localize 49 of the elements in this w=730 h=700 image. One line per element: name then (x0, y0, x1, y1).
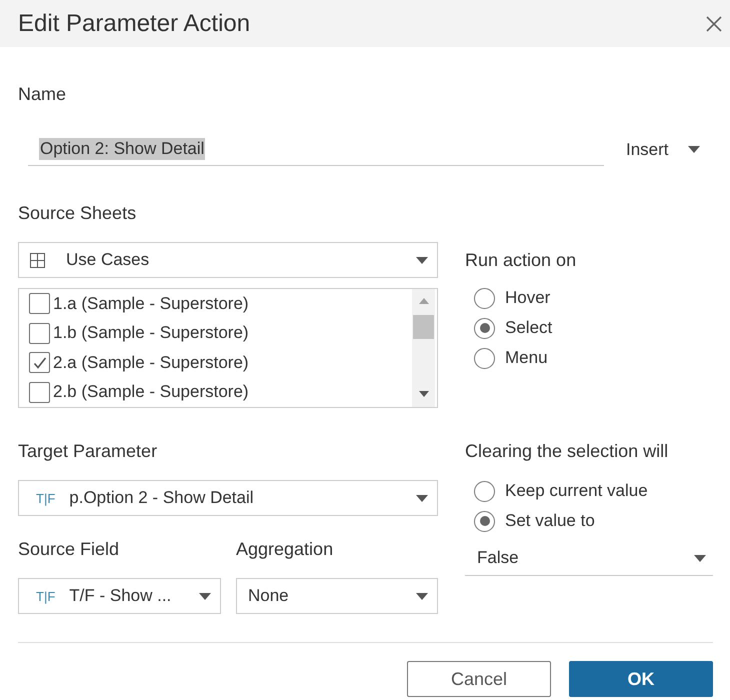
radio-icon[interactable] (474, 480, 495, 502)
target-parameter-dropdown[interactable]: T|F p.Option 2 - Show Detail (18, 480, 438, 516)
radio-icon[interactable] (474, 288, 495, 308)
scroll-down-icon[interactable] (418, 391, 428, 397)
caret-icon (199, 592, 211, 600)
radio-selected-icon[interactable] (474, 318, 495, 338)
aggregation-label: Aggregation (236, 539, 334, 559)
radio-label[interactable]: Hover (505, 287, 550, 309)
name-value: Option 2: Show Detail (39, 138, 206, 160)
target-parameter-label: Target Parameter (18, 441, 158, 461)
source-field-dropdown[interactable]: T|F T/F - Show ... (18, 578, 221, 614)
insert-menu-button[interactable]: Insert (626, 138, 700, 160)
clear-value-dropdown[interactable]: False (465, 541, 713, 576)
checkbox-checked-icon[interactable] (29, 352, 50, 374)
caret-icon (416, 592, 428, 600)
cancel-button[interactable]: Cancel (407, 661, 551, 697)
checkbox-icon[interactable] (29, 322, 50, 344)
clearing-label: Clearing the selection will (465, 441, 668, 461)
radio-label[interactable]: Select (505, 317, 552, 339)
ok-button[interactable]: OK (569, 661, 713, 697)
close-icon[interactable] (706, 16, 722, 32)
scrollbar-thumb[interactable] (413, 315, 434, 339)
run-action-label: Run action on (465, 250, 576, 270)
sheet-list-item[interactable]: 1.b (Sample - Superstore) (19, 318, 412, 348)
caret-icon (688, 146, 700, 153)
radio-label[interactable]: Keep current value (505, 480, 648, 502)
data-type-label: T|F (36, 492, 56, 504)
radio-label[interactable]: Menu (505, 347, 548, 369)
checkbox-icon[interactable] (29, 382, 50, 403)
radio-icon[interactable] (474, 348, 495, 368)
data-type-label: T|F (36, 590, 56, 602)
sheet-list-item[interactable]: 2.a (Sample - Superstore) (19, 348, 412, 378)
grid-icon (30, 252, 45, 268)
caret-icon (416, 256, 428, 264)
sheet-list-item[interactable]: 2.b (Sample - Superstore) (19, 378, 412, 407)
name-label: Name (18, 84, 66, 104)
aggregation-dropdown[interactable]: None (236, 578, 438, 614)
source-sheets-label: Source Sheets (18, 203, 136, 223)
source-field-label: Source Field (18, 539, 120, 559)
caret-icon (694, 554, 706, 562)
scrollbar[interactable] (412, 289, 435, 407)
sheet-list-item[interactable]: 1.a (Sample - Superstore) (19, 289, 412, 318)
radio-selected-icon[interactable] (474, 510, 495, 532)
source-sheets-dropdown[interactable]: Use Cases (18, 242, 438, 278)
checkbox-icon[interactable] (29, 293, 50, 314)
name-input-field[interactable]: Option 2: Show Detail (28, 133, 604, 166)
caret-icon (416, 494, 428, 502)
dialog-title: Edit Parameter Action (18, 8, 250, 38)
radio-label[interactable]: Set value to (505, 510, 595, 532)
